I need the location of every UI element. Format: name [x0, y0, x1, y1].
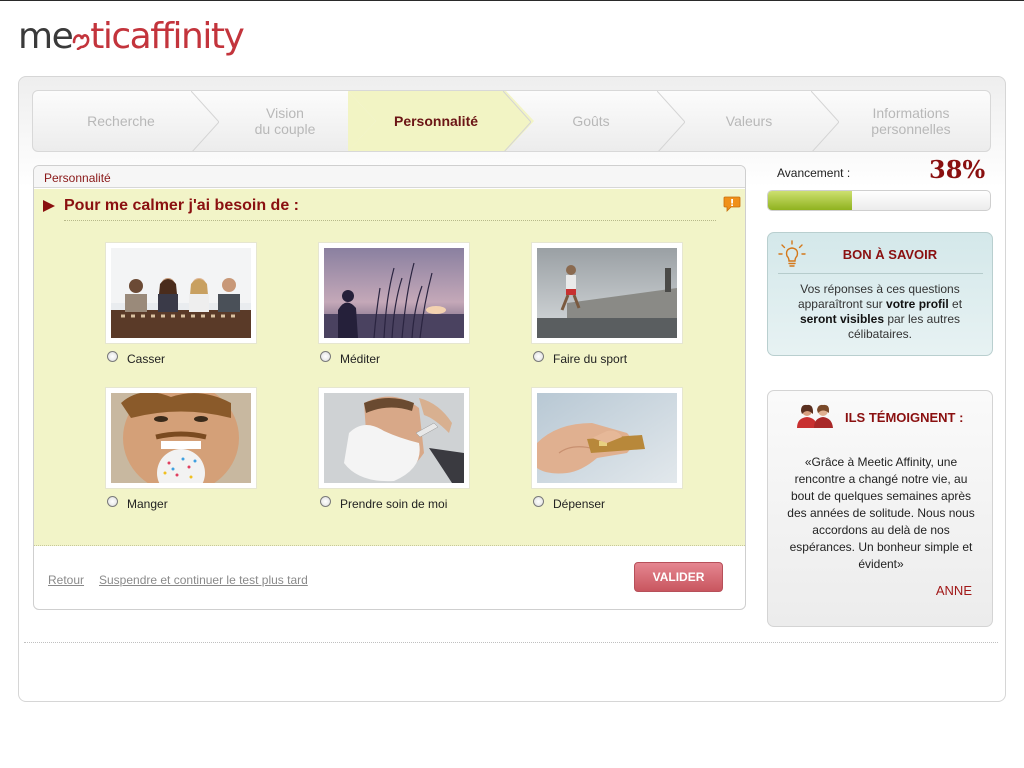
testimony-quote: «Grâce à Meetic Affinity, une rencontre … — [787, 455, 975, 571]
tip-text: Vos réponses à ces questions apparaîtron… — [797, 282, 963, 341]
suspend-test-link[interactable]: Suspendre et continuer le test plus tard — [99, 573, 308, 587]
option-casser[interactable]: Casser — [106, 243, 306, 373]
testimony-box: ILS TÉMOIGNENT : «Grâce à Meetic Affinit… — [767, 390, 993, 627]
couple-icon — [797, 404, 833, 428]
top-border — [0, 0, 1024, 1]
panel-header: Personnalité — [34, 166, 745, 188]
option-prendre-soin-de-moi-radio[interactable] — [320, 496, 331, 507]
option-depenser[interactable]: Dépenser — [532, 388, 732, 518]
progress-label: Avancement : — [777, 166, 851, 180]
step-personnalite[interactable]: Personnalité — [351, 91, 521, 151]
option-faire-du-sport-label[interactable]: Faire du sport — [553, 352, 627, 366]
step-gouts[interactable]: Goûts — [517, 91, 665, 151]
question-title: Pour me calmer j'ai besoin de : — [64, 197, 299, 214]
panel-footer: Retour Suspendre et continuer le test pl… — [34, 547, 745, 609]
option-faire-du-sport-radio[interactable] — [533, 351, 544, 362]
step-informations-personnelles[interactable]: Informations personnelles — [833, 91, 989, 151]
question-divider — [64, 220, 716, 221]
back-link[interactable]: Retour — [48, 573, 84, 587]
logo-heart-icon — [72, 34, 90, 50]
step-recherche[interactable]: Recherche — [33, 91, 209, 151]
question-panel: Personnalité Pour me calmer j'ai besoin … — [33, 165, 746, 610]
steps-bar: Recherche Vision du couple Personnalité G… — [32, 90, 991, 152]
option-mediter[interactable]: Méditer — [319, 243, 519, 373]
tip-title: BON À SAVOIR — [842, 247, 938, 262]
logo-text-tic: tic — [90, 16, 131, 57]
option-manger[interactable]: Manger — [106, 388, 306, 518]
option-mediter-label[interactable]: Méditer — [340, 352, 380, 366]
man-eating-donut-photo[interactable] — [106, 388, 256, 488]
option-manger-label[interactable]: Manger — [127, 497, 168, 511]
question-arrow-icon — [43, 200, 55, 212]
question-body: Pour me calmer j'ai besoin de : Casser M… — [34, 189, 745, 546]
logo-text-me: me — [18, 16, 74, 57]
meetic-affinity-logo[interactable]: me ticaffinity — [18, 14, 245, 60]
bottom-divider — [24, 642, 998, 643]
option-casser-radio[interactable] — [107, 351, 118, 362]
credit-card-hand-photo[interactable] — [532, 388, 682, 488]
step-valeurs[interactable]: Valeurs — [673, 91, 825, 151]
sunset-reeds-photo[interactable] — [319, 243, 469, 343]
testimony-author: ANNE — [935, 583, 972, 598]
tip-divider — [778, 273, 983, 274]
jogger-photo[interactable] — [532, 243, 682, 343]
option-prendre-soin-de-moi[interactable]: Prendre soin de moi — [319, 388, 519, 518]
man-shaving-photo[interactable] — [319, 388, 469, 488]
tip-box: BON À SAVOIR Vos réponses à ces question… — [767, 232, 993, 356]
panel-header-title: Personnalité — [44, 171, 111, 185]
option-manger-radio[interactable] — [107, 496, 118, 507]
option-casser-label[interactable]: Casser — [127, 352, 165, 366]
option-prendre-soin-de-moi-label[interactable]: Prendre soin de moi — [340, 497, 447, 511]
testimony-title: ILS TÉMOIGNENT : — [845, 410, 964, 425]
alert-bubble-icon[interactable] — [723, 196, 741, 212]
progress-bar — [767, 190, 991, 211]
progress-bar-fill — [768, 191, 853, 210]
office-workers-photo[interactable] — [106, 243, 256, 343]
option-depenser-label[interactable]: Dépenser — [553, 497, 605, 511]
logo-text-affinity: affinity — [129, 16, 245, 57]
option-mediter-radio[interactable] — [320, 351, 331, 362]
progress-percent: 38% — [929, 155, 986, 184]
option-faire-du-sport[interactable]: Faire du sport — [532, 243, 732, 373]
option-depenser-radio[interactable] — [533, 496, 544, 507]
submit-button[interactable]: VALIDER — [634, 562, 723, 592]
step-vision-du-couple[interactable]: Vision du couple — [197, 91, 373, 151]
